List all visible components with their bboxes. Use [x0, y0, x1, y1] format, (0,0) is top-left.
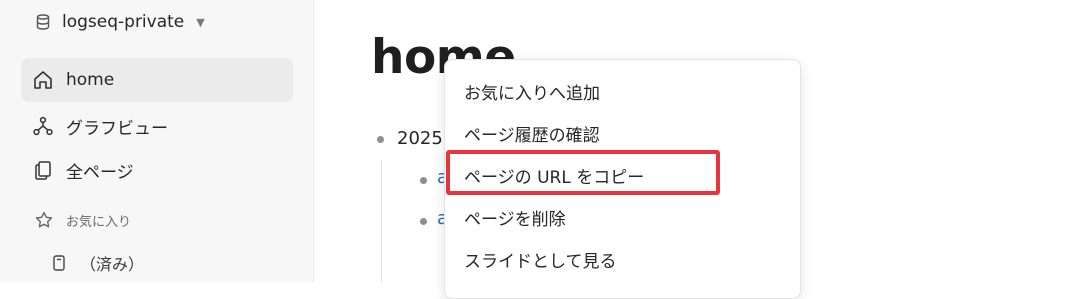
block-text[interactable]: 2025 — [397, 128, 443, 149]
page-context-menu: お気に入りへ追加 ページ履歴の確認 ページの URL をコピー ページを削除 ス… — [444, 59, 801, 299]
page-icon — [52, 254, 66, 272]
graph-switcher[interactable]: logseq-private ▼ — [34, 8, 205, 36]
star-icon — [34, 210, 54, 230]
left-sidebar: logseq-private ▼ home グラフビュー 全ページ お気に入り … — [0, 0, 314, 282]
home-icon — [32, 69, 54, 91]
menu-item-add-favorite[interactable]: お気に入りへ追加 — [445, 70, 800, 112]
database-icon — [34, 13, 52, 31]
sidebar-item-home[interactable]: home — [21, 58, 293, 102]
graph-icon — [32, 115, 54, 137]
menu-item-copy-page-url[interactable]: ページの URL をコピー — [445, 154, 800, 196]
child-block-bullet[interactable] — [420, 177, 427, 184]
sidebar-item-all-pages[interactable]: 全ページ — [21, 148, 293, 192]
block-bullet[interactable] — [377, 136, 384, 143]
sidebar-item-label: 全ページ — [66, 162, 134, 183]
favorite-item-label: （済み） — [80, 255, 145, 274]
menu-item-view-as-slides[interactable]: スライドとして見る — [445, 238, 800, 280]
sidebar-item-label: home — [66, 70, 115, 90]
sidebar-item-graph-view[interactable]: グラフビュー — [21, 104, 293, 148]
favorite-item[interactable]: （済み） — [52, 250, 144, 276]
favorites-header[interactable]: お気に入り — [34, 208, 131, 232]
sidebar-item-label: グラフビュー — [66, 118, 168, 139]
graph-name: logseq-private — [62, 12, 185, 32]
pages-icon — [32, 159, 54, 181]
menu-item-delete-page[interactable]: ページを削除 — [445, 196, 800, 238]
favorites-label: お気に入り — [66, 214, 132, 230]
chevron-down-icon[interactable]: ▼ — [196, 16, 204, 29]
block-thread-line — [381, 160, 382, 282]
child-block-bullet[interactable] — [420, 218, 427, 225]
menu-item-page-history[interactable]: ページ履歴の確認 — [445, 112, 800, 154]
